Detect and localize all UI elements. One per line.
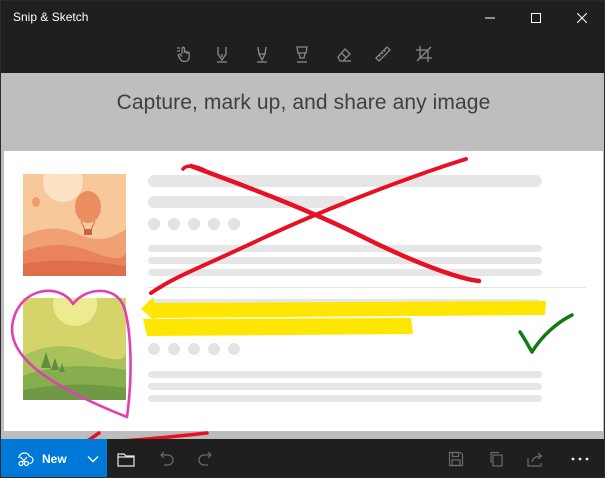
share-icon [527, 452, 543, 467]
close-icon [577, 13, 587, 23]
maximize-icon [531, 13, 541, 23]
crop-icon [416, 46, 432, 62]
highlighter-icon [296, 46, 308, 63]
placeholder-line [148, 395, 542, 402]
touch-writing-button[interactable] [173, 43, 195, 65]
pencil-icon [257, 46, 267, 63]
redo-icon [198, 451, 212, 466]
window-title: Snip & Sketch [13, 10, 89, 24]
more-icon [571, 457, 589, 461]
save-button[interactable] [445, 448, 467, 470]
chevron-down-icon [87, 456, 99, 463]
title-bar[interactable]: Snip & Sketch [1, 1, 604, 35]
minimize-icon [485, 17, 495, 19]
placeholder-line [148, 299, 542, 311]
share-button[interactable] [525, 448, 547, 470]
row-divider [148, 287, 586, 288]
minimize-button[interactable] [467, 1, 513, 35]
snip-and-sketch-window: Snip & Sketch Capture, mark up, and shar… [0, 0, 605, 478]
close-button[interactable] [559, 1, 604, 35]
crop-button[interactable] [413, 43, 435, 65]
placeholder-line [148, 257, 542, 264]
placeholder-dot [208, 218, 220, 230]
new-button-label: New [42, 452, 67, 466]
new-options-dropdown[interactable] [79, 439, 107, 477]
placeholder-line [148, 175, 542, 187]
touch-writing-icon [177, 46, 190, 63]
welcome-canvas: Capture, mark up, and share any image [1, 73, 604, 439]
landscape-illustration [23, 298, 126, 400]
highlighter-button[interactable] [291, 43, 313, 65]
placeholder-dot [228, 343, 240, 355]
placeholder-line [148, 371, 542, 378]
placeholder-line [148, 383, 542, 390]
placeholder-dot [148, 218, 160, 230]
placeholder-dot [208, 343, 220, 355]
copy-icon [490, 451, 503, 467]
ballpoint-pen-button[interactable] [211, 43, 233, 65]
more-options-button[interactable] [569, 448, 591, 470]
ruler-button[interactable] [372, 43, 394, 65]
inking-toolbar [1, 35, 604, 73]
welcome-tagline: Capture, mark up, and share any image [116, 91, 491, 114]
save-icon [448, 451, 464, 467]
welcome-banner: Capture, mark up, and share any image [1, 73, 604, 151]
pencil-button[interactable] [251, 43, 273, 65]
placeholder-dot [168, 343, 180, 355]
copy-button[interactable] [485, 448, 507, 470]
placeholder-line [148, 269, 542, 276]
new-snip-button[interactable]: New [1, 439, 77, 477]
placeholder-dot [228, 218, 240, 230]
command-bar: New [1, 439, 604, 477]
redo-button[interactable] [195, 448, 217, 470]
eraser-button[interactable] [333, 43, 355, 65]
maximize-button[interactable] [513, 1, 559, 35]
placeholder-line [148, 245, 542, 252]
undo-button[interactable] [155, 448, 177, 470]
sample-document [4, 151, 603, 431]
folder-icon [117, 453, 135, 467]
ruler-icon [375, 46, 391, 62]
undo-icon [160, 451, 174, 466]
placeholder-dot [188, 218, 200, 230]
placeholder-line [148, 321, 348, 333]
placeholder-line [148, 196, 348, 208]
open-file-button[interactable] [115, 448, 137, 470]
eraser-icon [337, 48, 351, 62]
snip-scissors-icon [18, 452, 34, 467]
placeholder-dot [188, 343, 200, 355]
ballpoint-pen-icon [217, 47, 227, 63]
new-snip-split-button: New [1, 439, 107, 477]
canvas-bottom-margin [1, 431, 604, 439]
placeholder-dot [148, 343, 160, 355]
placeholder-dot [168, 218, 180, 230]
balloon-illustration [23, 174, 126, 276]
